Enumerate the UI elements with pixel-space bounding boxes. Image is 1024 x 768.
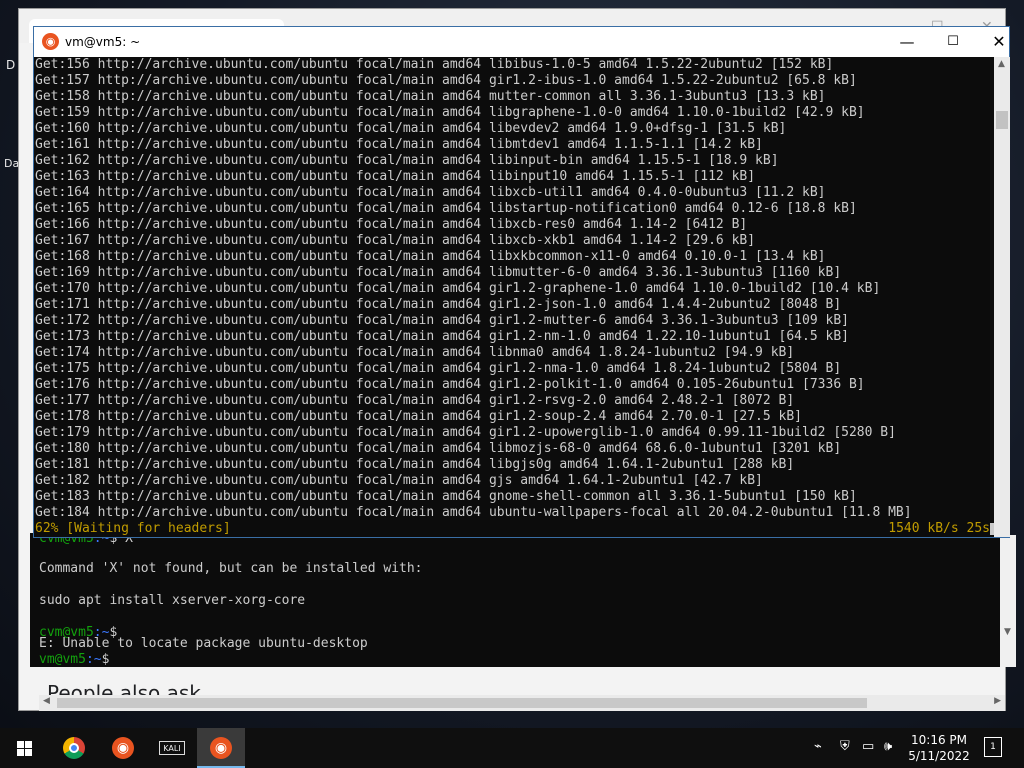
ubuntu-icon: ◉ [112,737,134,759]
scroll-down-arrow-icon[interactable]: ▼ [1004,627,1011,637]
terminal-line: Get:176 http://archive.ubuntu.com/ubuntu… [35,377,865,392]
network-disconnected-icon[interactable]: ⌁ [814,739,822,754]
terminal-line: Get:169 http://archive.ubuntu.com/ubuntu… [35,265,842,280]
scroll-up-arrow-icon[interactable]: ▲ [998,59,1005,69]
window-title: vm@vm5: ~ [65,35,141,49]
terminal-line: E: Unable to locate package ubuntu-deskt… [39,636,368,651]
terminal-line: Get:160 http://archive.ubuntu.com/ubuntu… [35,121,787,136]
terminal-window[interactable]: ◉ vm@vm5: ~ — ☐ ✕ Get:156 http://archive… [33,26,1010,538]
scroll-left-arrow-icon[interactable]: ◀ [43,696,50,706]
terminal-line: Get:179 http://archive.ubuntu.com/ubuntu… [35,425,896,440]
terminal-vertical-scrollbar[interactable]: ▲ [994,57,1010,537]
notification-center-icon[interactable]: 1 [984,737,1002,757]
terminal-line: Get:177 http://archive.ubuntu.com/ubuntu… [35,393,795,408]
desktop-icon-label[interactable]: D [6,58,15,72]
terminal-line: Get:159 http://archive.ubuntu.com/ubuntu… [35,105,865,120]
terminal-line: Get:172 http://archive.ubuntu.com/ubuntu… [35,313,849,328]
desktop-icon-label[interactable]: Da [4,157,19,170]
taskbar: ◉ KALI ◉ ⌁ ⛨ ▭ 🕪 10:16 PM 5/11/2022 1 [0,728,1024,768]
terminal-line: Get:163 http://archive.ubuntu.com/ubuntu… [35,169,756,184]
scrollbar-thumb[interactable] [996,111,1008,129]
terminal-line: Get:157 http://archive.ubuntu.com/ubuntu… [35,73,857,88]
terminal-line: Get:165 http://archive.ubuntu.com/ubuntu… [35,201,857,216]
close-button[interactable]: ✕ [976,29,1022,55]
terminal-line: Get:171 http://archive.ubuntu.com/ubuntu… [35,297,842,312]
progress-text: 62% [Waiting for headers] [35,521,231,536]
kali-icon: KALI [159,741,185,755]
terminal-line: Get:181 http://archive.ubuntu.com/ubuntu… [35,457,795,472]
terminal-line: Get:174 http://archive.ubuntu.com/ubuntu… [35,345,795,360]
terminal-line: vm@vm5:~$ [39,652,110,667]
clock-time: 10:16 PM [911,733,967,747]
terminal-line: Command 'X' not found, but can be instal… [39,561,423,576]
taskbar-kali[interactable]: KALI [148,728,196,768]
clock-date: 5/11/2022 [908,749,970,763]
apt-progress-status: 62% [Waiting for headers] 1540 kB/s 25s [34,521,994,537]
minimize-button[interactable]: — [884,29,930,55]
browser-horizontal-scrollbar[interactable]: ◀ ▶ [39,695,1005,711]
terminal-line: Get:182 http://archive.ubuntu.com/ubuntu… [35,473,763,488]
scrollbar-thumb[interactable] [57,698,867,708]
terminal-line: Get:161 http://archive.ubuntu.com/ubuntu… [35,137,763,152]
background-terminal-window[interactable]: cvm@vm5:~$ X Command 'X' not found, but … [30,533,1000,667]
terminal-line: Get:180 http://archive.ubuntu.com/ubuntu… [35,441,842,456]
terminal-line: Get:173 http://archive.ubuntu.com/ubuntu… [35,329,849,344]
ubuntu-icon: ◉ [210,737,232,759]
taskbar-ubuntu-1[interactable]: ◉ [99,728,147,768]
terminal-line: Get:166 http://archive.ubuntu.com/ubuntu… [35,217,748,232]
maximize-button[interactable]: ☐ [930,29,976,55]
terminal-titlebar[interactable]: ◉ vm@vm5: ~ — ☐ ✕ [34,27,1009,57]
system-clock[interactable]: 10:16 PM 5/11/2022 [900,732,978,764]
terminal-line: Get:158 http://archive.ubuntu.com/ubuntu… [35,89,826,104]
volume-icon[interactable]: 🕪 [884,739,892,754]
terminal-line: Get:168 http://archive.ubuntu.com/ubuntu… [35,249,826,264]
taskbar-chrome[interactable] [50,728,98,768]
taskbar-ubuntu-2[interactable]: ◉ [197,728,245,768]
download-speed-text: 1540 kB/s 25s [888,521,990,536]
terminal-line: Get:170 http://archive.ubuntu.com/ubuntu… [35,281,881,296]
terminal-line: Get:183 http://archive.ubuntu.com/ubuntu… [35,489,857,504]
network-icon[interactable]: ▭ [862,739,874,754]
terminal-line: Get:178 http://archive.ubuntu.com/ubuntu… [35,409,803,424]
start-button[interactable] [0,728,48,768]
terminal-line: Get:156 http://archive.ubuntu.com/ubuntu… [35,57,834,72]
background-terminal-scrollbar[interactable]: ▼ [1000,535,1016,667]
terminal-line: Get:175 http://archive.ubuntu.com/ubuntu… [35,361,842,376]
terminal-line: Get:164 http://archive.ubuntu.com/ubuntu… [35,185,826,200]
scroll-right-arrow-icon[interactable]: ▶ [994,696,1001,706]
terminal-output[interactable]: Get:156 http://archive.ubuntu.com/ubuntu… [34,57,994,537]
terminal-line: Get:162 http://archive.ubuntu.com/ubuntu… [35,153,779,168]
security-shield-icon[interactable]: ⛨ [840,739,850,754]
ubuntu-icon[interactable]: ◉ [42,33,59,50]
terminal-line: Get:167 http://archive.ubuntu.com/ubuntu… [35,233,756,248]
terminal-line: Get:184 http://archive.ubuntu.com/ubuntu… [35,505,912,520]
terminal-line: sudo apt install xserver-xorg-core [39,593,306,608]
